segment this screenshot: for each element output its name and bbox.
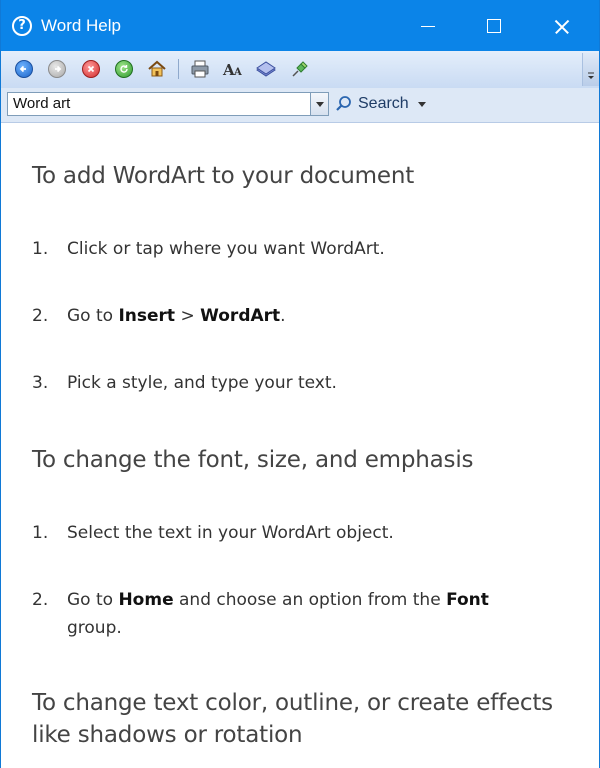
window-title: Word Help: [41, 16, 121, 35]
back-button[interactable]: [13, 58, 35, 80]
print-button[interactable]: [189, 58, 211, 80]
home-icon: [148, 60, 166, 77]
help-article: To add WordArt to your document 1. Click…: [1, 123, 599, 768]
chevron-down-icon: [588, 72, 594, 79]
refresh-icon: [115, 60, 133, 78]
forward-button[interactable]: [46, 58, 68, 80]
keep-on-top-button[interactable]: [289, 58, 311, 80]
stop-icon: [82, 60, 100, 78]
help-window: ? Word Help A A Word art Search To add W…: [0, 0, 600, 768]
ui-term: Font: [446, 590, 489, 610]
refresh-button[interactable]: [113, 58, 135, 80]
maximize-button[interactable]: [463, 0, 527, 51]
search-bar: Word art Search: [1, 88, 599, 123]
search-input[interactable]: Word art: [7, 92, 311, 116]
search-button-label: Search: [358, 95, 409, 112]
search-icon: [336, 96, 351, 111]
toolbar-separator: [178, 59, 179, 79]
ui-term: Insert: [118, 306, 176, 326]
forward-icon: [48, 60, 66, 78]
minimize-button[interactable]: [397, 0, 461, 51]
table-of-contents-icon: [256, 61, 276, 77]
toolbar: A A: [1, 51, 599, 89]
text-size-button[interactable]: A A: [222, 58, 244, 80]
close-button[interactable]: [531, 0, 595, 51]
search-history-dropdown[interactable]: [311, 92, 329, 116]
search-button[interactable]: Search: [335, 92, 426, 116]
table-of-contents-button[interactable]: [255, 58, 277, 80]
svg-text:A: A: [233, 67, 242, 78]
section-heading: To change text color, outline, or create…: [32, 690, 553, 748]
ui-term: WordArt: [200, 306, 281, 326]
section-heading: To change the font, size, and emphasis: [32, 447, 474, 473]
keep-on-top-pin-icon: [292, 61, 308, 77]
help-question-icon: ?: [12, 16, 32, 36]
search-options-arrow-icon[interactable]: [417, 101, 426, 107]
toolbar-overflow-button[interactable]: [582, 53, 599, 86]
text-size-icon: A A: [222, 61, 242, 79]
ui-term: Home: [118, 590, 174, 610]
dropdown-arrow-icon: [315, 101, 324, 107]
print-icon: [191, 60, 209, 78]
back-icon: [15, 60, 33, 78]
home-button[interactable]: [146, 58, 168, 80]
title-bar: ? Word Help: [1, 0, 599, 51]
stop-button[interactable]: [80, 58, 102, 80]
section-heading: To add WordArt to your document: [32, 163, 415, 189]
